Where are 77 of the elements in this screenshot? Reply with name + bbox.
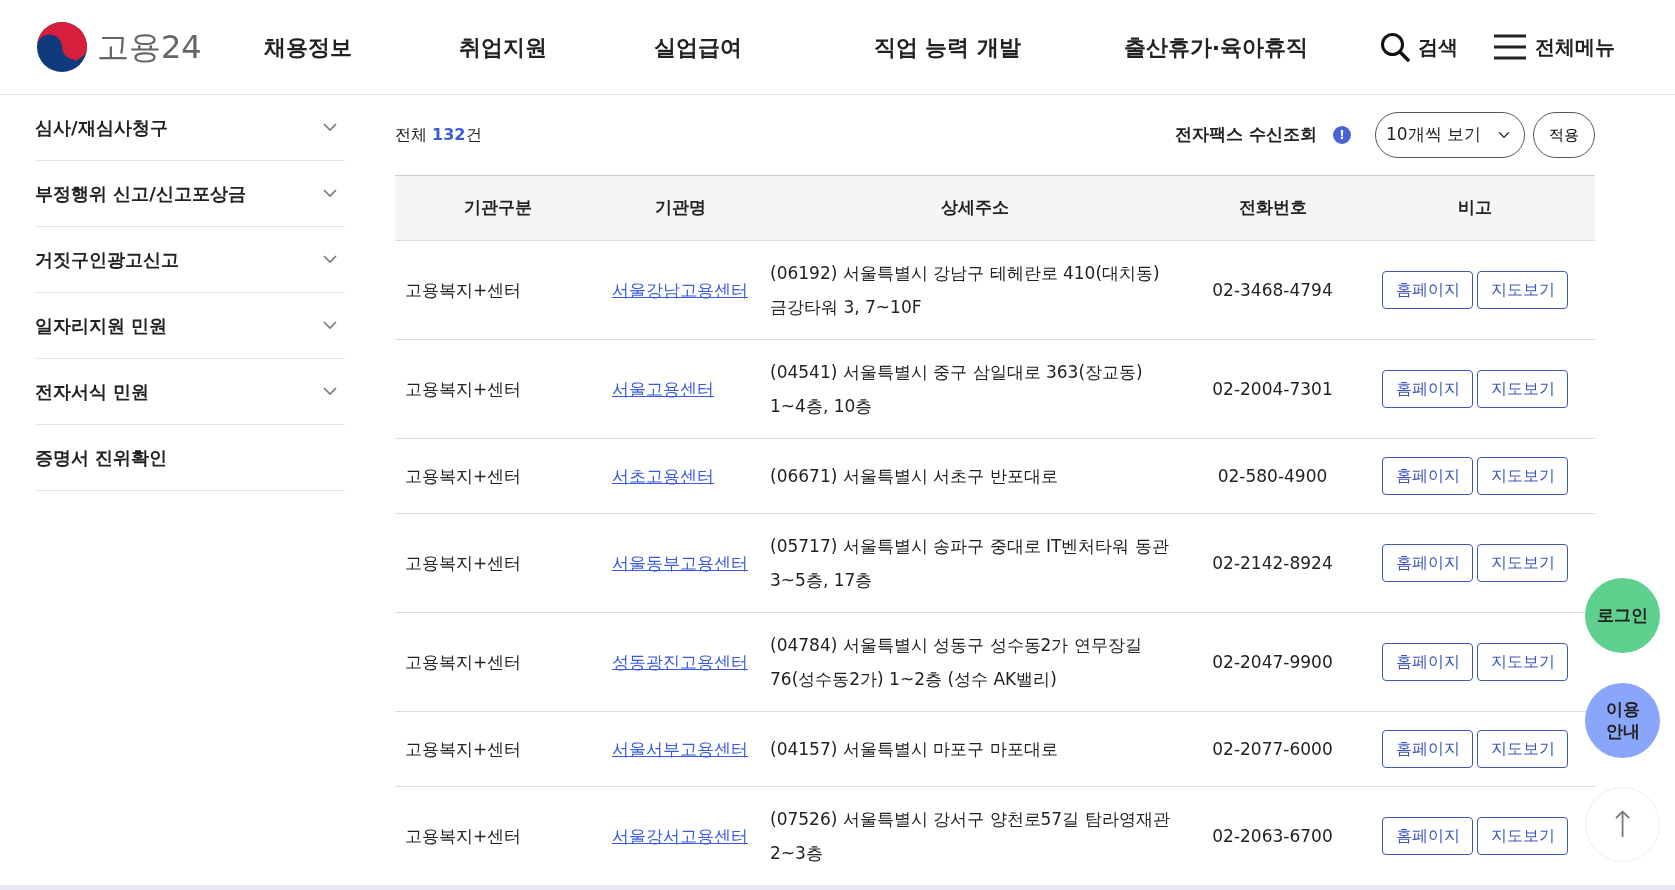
outline-button[interactable]: 홈페이지 <box>1382 370 1473 408</box>
outline-button[interactable]: 지도보기 <box>1477 643 1568 681</box>
table-cell: 고용복지+센터 <box>405 280 522 300</box>
table-cell: 고용복지+센터 <box>405 379 522 399</box>
nav-link-item[interactable]: 직업 능력 개발 <box>873 30 1124 64</box>
nav-link-item[interactable]: 채용정보 <box>263 30 459 64</box>
outline-button[interactable]: 지도보기 <box>1477 817 1568 855</box>
table-cell: 고용복지+센터 <box>405 466 522 486</box>
chevron-down-icon <box>323 189 337 198</box>
guide-button[interactable]: 이용 안내 <box>1585 683 1660 758</box>
menu-button[interactable]: 전체메뉴 <box>1493 32 1615 62</box>
search-button[interactable]: 검색 <box>1380 32 1458 62</box>
table-cell: (04157) 서울특별시 마포구 마포대로 <box>770 739 1058 759</box>
chevron-down-icon <box>323 387 337 396</box>
column-header: 비고 <box>1458 197 1492 218</box>
scroll-top-button[interactable]: ↑ <box>1585 787 1660 862</box>
column-header: 전화번호 <box>1238 197 1307 218</box>
table-cell: 02-2077-6000 <box>1212 739 1333 759</box>
chevron-down-icon <box>323 321 337 330</box>
apply-button[interactable]: 적용 <box>1533 112 1595 158</box>
sidebar-item[interactable]: 전자서식 민원 <box>35 359 345 425</box>
outline-button[interactable]: 지도보기 <box>1477 370 1568 408</box>
table-cell: 02-2047-9900 <box>1212 652 1333 672</box>
outline-button[interactable]: 지도보기 <box>1477 544 1568 582</box>
center-link[interactable]: 서울강남고용센터 <box>612 280 748 300</box>
outline-button[interactable]: 홈페이지 <box>1382 730 1473 768</box>
outline-button[interactable]: 지도보기 <box>1477 271 1568 309</box>
outline-button[interactable]: 지도보기 <box>1477 730 1568 768</box>
sidebar-item[interactable]: 일자리지원 민원 <box>35 293 345 359</box>
table-cell: 02-2063-6700 <box>1212 826 1333 846</box>
center-link[interactable]: 성동광진고용센터 <box>612 652 748 672</box>
menu-icon <box>1493 34 1527 60</box>
emblem-icon <box>35 20 89 74</box>
center-link[interactable]: 서울강서고용센터 <box>612 826 748 846</box>
chevron-down-icon <box>323 255 337 264</box>
outline-button[interactable]: 홈페이지 <box>1382 271 1473 309</box>
column-header: 기관명 <box>654 197 706 218</box>
table-cell: (07526) 서울특별시 강서구 양천로57길 탐라영재관 2~3층 <box>770 809 1170 863</box>
table-cell: 고용복지+센터 <box>405 739 522 759</box>
logo-text[interactable]: 고용24 <box>97 23 202 71</box>
search-icon <box>1380 32 1410 62</box>
center-link[interactable]: 서초고용센터 <box>612 466 714 486</box>
outline-button[interactable]: 홈페이지 <box>1382 544 1473 582</box>
login-button[interactable]: 로그인 <box>1585 578 1660 653</box>
fax-label: 전자팩스 수신조회 <box>1175 123 1317 147</box>
center-link[interactable]: 서울고용센터 <box>612 379 714 399</box>
table-cell: (04541) 서울특별시 중구 삼일대로 363(장교동) 1~4층, 10층 <box>770 362 1143 416</box>
nav-link-item[interactable]: 취업지원 <box>458 30 654 64</box>
sidebar-item[interactable]: 거짓구인광고신고 <box>35 227 345 293</box>
page-size-select[interactable]: 10개씩 보기 <box>1375 112 1525 158</box>
center-link[interactable]: 서울동부고용센터 <box>612 553 748 573</box>
nav-link-item[interactable]: 실업급여 <box>653 30 874 64</box>
table-cell: 02-2142-8924 <box>1212 553 1333 573</box>
column-header: 상세주소 <box>941 197 1009 218</box>
center-link[interactable]: 서울서부고용센터 <box>612 739 748 759</box>
table-cell: 02-3468-4794 <box>1212 280 1333 300</box>
total-count: 전체 132건 <box>395 124 482 146</box>
info-icon[interactable]: ! <box>1333 126 1351 144</box>
sidebar-item[interactable]: 증명서 진위확인 <box>35 425 345 491</box>
outline-button[interactable]: 지도보기 <box>1477 457 1568 495</box>
table-cell: 고용복지+센터 <box>405 826 522 846</box>
table-cell: 고용복지+센터 <box>405 553 522 573</box>
column-header: 기관구분 <box>463 197 532 218</box>
nav-link-item[interactable]: 출산휴가·육아휴직 <box>1123 30 1309 64</box>
sidebar-item[interactable]: 부정행위 신고/신고포상금 <box>35 161 345 227</box>
table-cell: (06671) 서울특별시 서초구 반포대로 <box>770 466 1058 486</box>
chevron-down-icon <box>323 123 337 132</box>
table-cell: (05717) 서울특별시 송파구 중대로 IT벤처타워 동관 3~5층, 17층 <box>770 536 1169 590</box>
outline-button[interactable]: 홈페이지 <box>1382 643 1473 681</box>
table-cell: (04784) 서울특별시 성동구 성수동2가 연무장길 76(성수동2가) 1~2층 (성수 AK밸리) <box>770 635 1142 689</box>
table-cell: 02-2004-7301 <box>1212 379 1333 399</box>
outline-button[interactable]: 홈페이지 <box>1382 457 1473 495</box>
table-cell: 고용복지+센터 <box>405 652 522 672</box>
sidebar-item[interactable]: 심사/재심사청구 <box>35 95 345 161</box>
table-cell: (06192) 서울특별시 강남구 테헤란로 410(대치동) 금강타워 3, 7~10F <box>770 263 1160 317</box>
table-cell: 02-580-4900 <box>1217 466 1328 486</box>
outline-button[interactable]: 홈페이지 <box>1382 817 1473 855</box>
